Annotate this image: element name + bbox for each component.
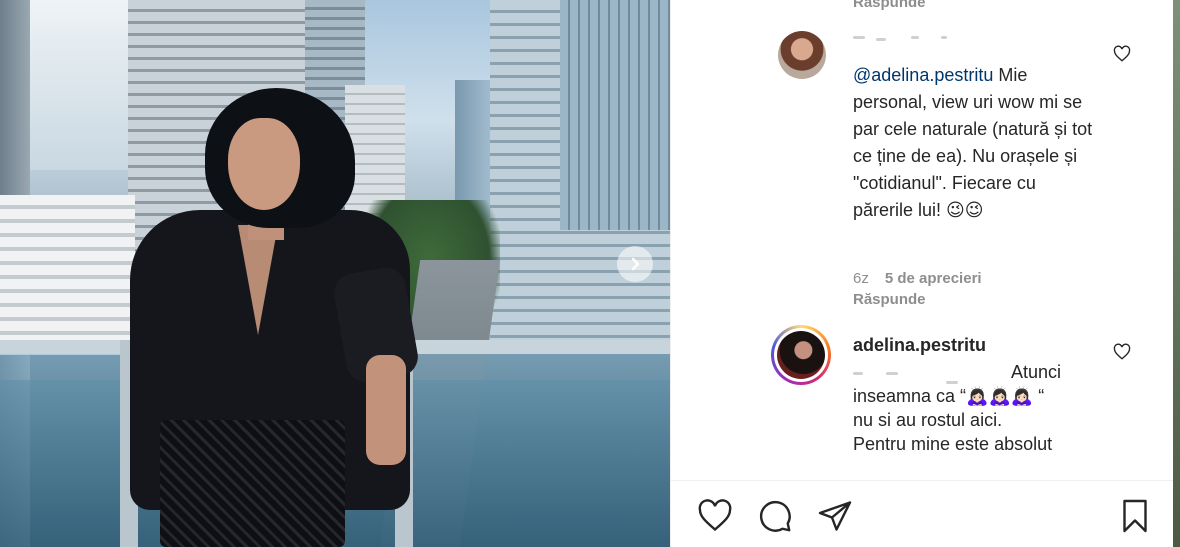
building (0, 195, 135, 355)
likes-count[interactable]: 5 de aprecieri (885, 270, 982, 287)
comment-time: 6z (853, 270, 869, 287)
user-avatar[interactable] (778, 31, 826, 79)
instagram-post-view: Răspunde @adelina.pestritu Mie personal,… (0, 0, 1180, 547)
paper-plane-icon (818, 501, 852, 531)
blurred-username (911, 36, 919, 39)
woman-forearm (366, 355, 406, 465)
comment-button[interactable] (757, 498, 793, 534)
reply-link[interactable]: Răspunde (853, 0, 926, 11)
reply-link[interactable]: Răspunde (853, 291, 926, 308)
blurred-username (941, 36, 947, 39)
post-photo (0, 0, 670, 547)
comment-line: inseamna ca “🙇🏻‍♀️🙇🏻‍♀️🙇🏻‍♀️ “ (853, 386, 1045, 406)
share-button[interactable] (817, 498, 853, 534)
blurred-username (853, 36, 865, 39)
save-button[interactable] (1117, 498, 1153, 534)
comment-text: @adelina.pestritu Mie personal, view uri… (853, 62, 1093, 224)
chevron-right-icon (631, 257, 640, 271)
story-avatar[interactable] (771, 325, 831, 385)
comment-line: Pentru mine este absolut (853, 434, 1053, 454)
background-edge (1173, 0, 1180, 547)
comment-line: Atunci (1011, 362, 1062, 382)
speech-bubble-icon (759, 500, 791, 532)
heart-outline-icon (698, 499, 732, 532)
building (560, 0, 670, 230)
woman-face (228, 118, 300, 210)
comment-meta: 6z 5 de aprecieri (853, 270, 982, 287)
comment-text: Atunci inseamna ca “🙇🏻‍♀️🙇🏻‍♀️🙇🏻‍♀️ “ nu… (853, 360, 1093, 456)
like-button[interactable] (697, 498, 733, 534)
mention-link[interactable]: @adelina.pestritu (853, 65, 993, 85)
comment-username[interactable]: adelina.pestritu (853, 335, 986, 356)
comment-line: nu si au rostul aici. (853, 410, 1003, 430)
comments-panel: Răspunde @adelina.pestritu Mie personal,… (670, 0, 1174, 547)
next-photo-button[interactable] (617, 246, 653, 282)
action-bar (671, 480, 1174, 547)
comments-list[interactable]: Răspunde @adelina.pestritu Mie personal,… (671, 0, 1174, 480)
blurred-username (876, 38, 886, 41)
woman-skirt (160, 420, 345, 547)
comment-body: Mie personal, view uri wow mi se par cel… (853, 65, 1093, 220)
heart-outline-icon[interactable] (1113, 45, 1131, 63)
bookmark-icon (1123, 499, 1147, 533)
heart-outline-icon[interactable] (1113, 343, 1131, 361)
